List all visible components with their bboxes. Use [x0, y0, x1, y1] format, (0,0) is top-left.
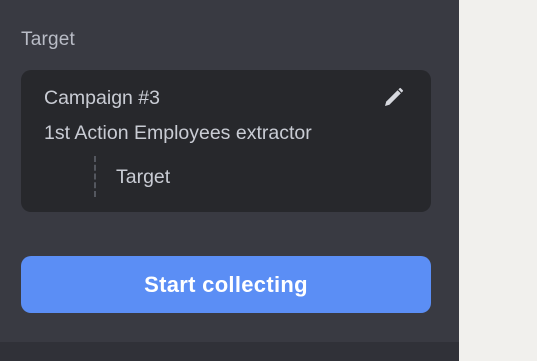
step-label-target: Target — [116, 166, 171, 188]
step-connector-line — [94, 156, 96, 197]
action-name: 1st Action Employees extractor — [44, 122, 312, 144]
pencil-icon — [382, 87, 404, 114]
target-card: Campaign #3 1st Action Employees extract… — [21, 70, 431, 212]
start-collecting-button[interactable]: Start collecting — [21, 256, 431, 313]
main-content-area — [459, 0, 537, 361]
edit-target-button[interactable] — [381, 87, 405, 114]
side-panel: Target Campaign #3 1st Action Employees … — [0, 0, 459, 342]
campaign-name: Campaign #3 — [44, 87, 160, 109]
section-label-target: Target — [21, 29, 76, 50]
panel-footer-strip — [0, 342, 459, 361]
